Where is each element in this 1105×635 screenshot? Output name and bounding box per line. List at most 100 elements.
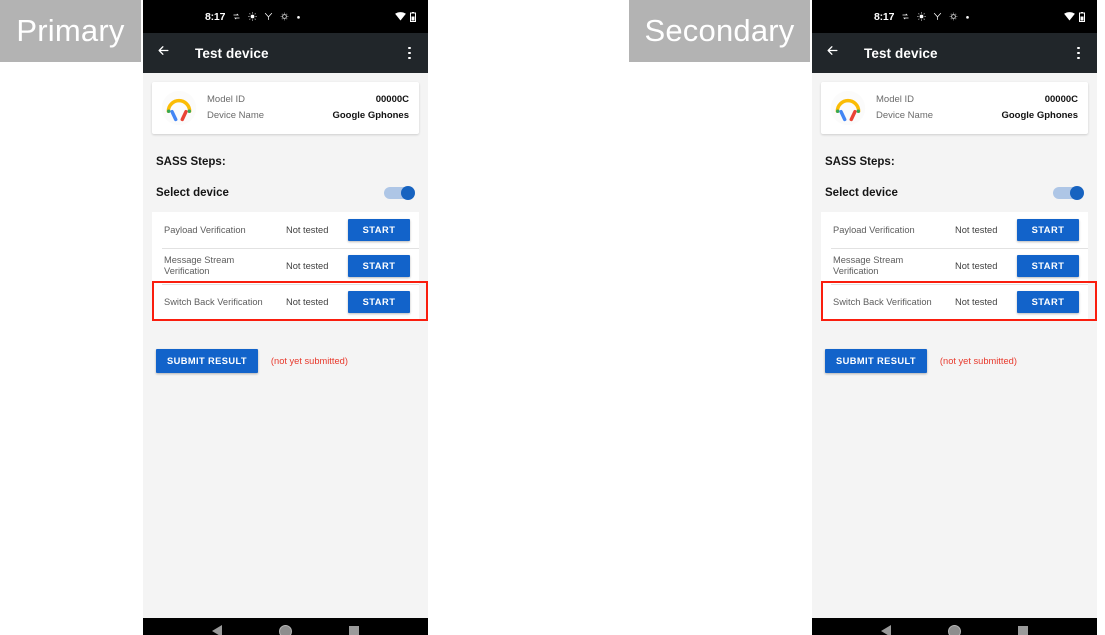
device-name-label: Device Name bbox=[876, 110, 934, 121]
table-row: Message Stream Verification Not tested S… bbox=[821, 248, 1088, 284]
step-status: Not tested bbox=[955, 297, 998, 307]
back-arrow-icon[interactable] bbox=[825, 43, 840, 63]
device-info-card: Model ID 00000C Device Name Google Gphon… bbox=[821, 82, 1088, 134]
brightness-icon bbox=[917, 12, 926, 21]
status-bar-left-group: 8:17 bbox=[874, 11, 970, 23]
headphones-icon bbox=[830, 90, 866, 126]
device-name-label: Device Name bbox=[207, 110, 265, 121]
dot-icon bbox=[965, 12, 970, 21]
phone-screen-primary: 8:17 Test device Model ID 00000C Device … bbox=[143, 0, 428, 635]
location-icon bbox=[264, 12, 273, 21]
wifi-icon bbox=[1064, 12, 1075, 21]
back-nav-icon[interactable] bbox=[880, 625, 891, 635]
device-info-rows: Model ID 00000C Device Name Google Gphon… bbox=[876, 92, 1078, 124]
app-bar: Test device bbox=[812, 33, 1097, 73]
step-status: Not tested bbox=[286, 225, 329, 235]
screen-content: Model ID 00000C Device Name Google Gphon… bbox=[812, 82, 1097, 618]
select-device-toggle[interactable] bbox=[384, 186, 415, 200]
table-row: Message Stream Verification Not tested S… bbox=[152, 248, 419, 284]
page-title: Test device bbox=[864, 45, 938, 61]
submit-result-button[interactable]: SUBMIT RESULT bbox=[825, 349, 927, 373]
step-status: Not tested bbox=[286, 297, 329, 307]
step-name: Switch Back Verification bbox=[833, 296, 932, 307]
submit-status-note: (not yet submitted) bbox=[939, 356, 1017, 366]
home-nav-icon[interactable] bbox=[278, 624, 292, 635]
submit-result-button[interactable]: SUBMIT RESULT bbox=[156, 349, 258, 373]
start-button[interactable]: START bbox=[348, 219, 410, 241]
role-label-secondary: Secondary bbox=[629, 0, 810, 62]
device-info-rows: Model ID 00000C Device Name Google Gphon… bbox=[207, 92, 409, 124]
sass-steps-title: SASS Steps: bbox=[156, 156, 226, 168]
start-button[interactable]: START bbox=[348, 291, 410, 313]
role-label-primary: Primary bbox=[0, 0, 141, 62]
steps-card: Payload Verification Not tested START Me… bbox=[821, 212, 1097, 321]
device-model-id-value: 00000C bbox=[375, 94, 409, 105]
start-button[interactable]: START bbox=[348, 255, 410, 277]
battery-icon bbox=[410, 11, 416, 22]
step-status: Not tested bbox=[955, 261, 998, 271]
page-title: Test device bbox=[195, 45, 269, 61]
submit-row: SUBMIT RESULT (not yet submitted) bbox=[156, 349, 419, 373]
status-bar-right-group bbox=[395, 11, 416, 22]
back-arrow-icon[interactable] bbox=[156, 43, 171, 63]
settings-gear-icon bbox=[280, 12, 289, 21]
start-button[interactable]: START bbox=[1017, 255, 1079, 277]
device-info-row: Device Name Google Gphones bbox=[207, 108, 409, 124]
select-device-label: Select device bbox=[825, 187, 898, 199]
device-model-id-label: Model ID bbox=[207, 94, 246, 105]
brightness-icon bbox=[248, 12, 257, 21]
step-name: Payload Verification bbox=[164, 224, 246, 235]
sass-steps-title: SASS Steps: bbox=[825, 156, 895, 168]
dot-icon bbox=[296, 12, 301, 21]
overflow-menu-icon[interactable] bbox=[1074, 43, 1083, 64]
device-info-card: Model ID 00000C Device Name Google Gphon… bbox=[152, 82, 419, 134]
start-button[interactable]: START bbox=[1017, 219, 1079, 241]
headphones-icon bbox=[161, 90, 197, 126]
status-clock: 8:17 bbox=[205, 10, 226, 23]
screen-content: Model ID 00000C Device Name Google Gphon… bbox=[143, 82, 428, 618]
phone-screen-secondary: 8:17 Test device Model ID 00000C Device … bbox=[812, 0, 1097, 635]
submit-row: SUBMIT RESULT (not yet submitted) bbox=[825, 349, 1088, 373]
status-bar: 8:17 bbox=[812, 0, 1097, 33]
device-info-row: Model ID 00000C bbox=[207, 92, 409, 108]
status-bar-right-group bbox=[1064, 11, 1085, 22]
recents-nav-icon[interactable] bbox=[349, 626, 360, 635]
home-nav-icon[interactable] bbox=[947, 624, 961, 635]
settings-gear-icon bbox=[949, 12, 958, 21]
device-model-id-label: Model ID bbox=[876, 94, 915, 105]
device-info-row: Device Name Google Gphones bbox=[876, 108, 1078, 124]
table-row: Switch Back Verification Not tested STAR… bbox=[821, 284, 1088, 320]
sync-disabled-icon bbox=[901, 12, 910, 21]
back-nav-icon[interactable] bbox=[211, 625, 222, 635]
table-row: Switch Back Verification Not tested STAR… bbox=[152, 284, 419, 320]
status-bar-left-group: 8:17 bbox=[205, 11, 301, 23]
sync-disabled-icon bbox=[232, 12, 241, 21]
app-bar: Test device bbox=[143, 33, 428, 73]
select-device-row[interactable]: Select device bbox=[156, 186, 415, 200]
device-name-value: Google Gphones bbox=[332, 110, 409, 121]
select-device-toggle[interactable] bbox=[1053, 186, 1084, 200]
android-nav-bar bbox=[812, 618, 1097, 635]
start-button[interactable]: START bbox=[1017, 291, 1079, 313]
select-device-row[interactable]: Select device bbox=[825, 186, 1084, 200]
step-name: Switch Back Verification bbox=[164, 296, 263, 307]
location-icon bbox=[933, 12, 942, 21]
submit-status-note: (not yet submitted) bbox=[270, 356, 348, 366]
overflow-menu-icon[interactable] bbox=[405, 43, 414, 64]
step-status: Not tested bbox=[286, 261, 329, 271]
android-nav-bar bbox=[143, 618, 428, 635]
step-status: Not tested bbox=[955, 225, 998, 235]
status-bar: 8:17 bbox=[143, 0, 428, 33]
device-name-value: Google Gphones bbox=[1001, 110, 1078, 121]
step-name: Message Stream Verification bbox=[164, 255, 235, 276]
recents-nav-icon[interactable] bbox=[1018, 626, 1029, 635]
table-row: Payload Verification Not tested START bbox=[152, 212, 419, 248]
battery-icon bbox=[1079, 11, 1085, 22]
step-name: Message Stream Verification bbox=[833, 255, 904, 276]
table-row: Payload Verification Not tested START bbox=[821, 212, 1088, 248]
wifi-icon bbox=[395, 12, 406, 21]
steps-card: Payload Verification Not tested START Me… bbox=[152, 212, 428, 321]
device-model-id-value: 00000C bbox=[1044, 94, 1078, 105]
step-name: Payload Verification bbox=[833, 224, 915, 235]
status-clock: 8:17 bbox=[874, 10, 895, 23]
